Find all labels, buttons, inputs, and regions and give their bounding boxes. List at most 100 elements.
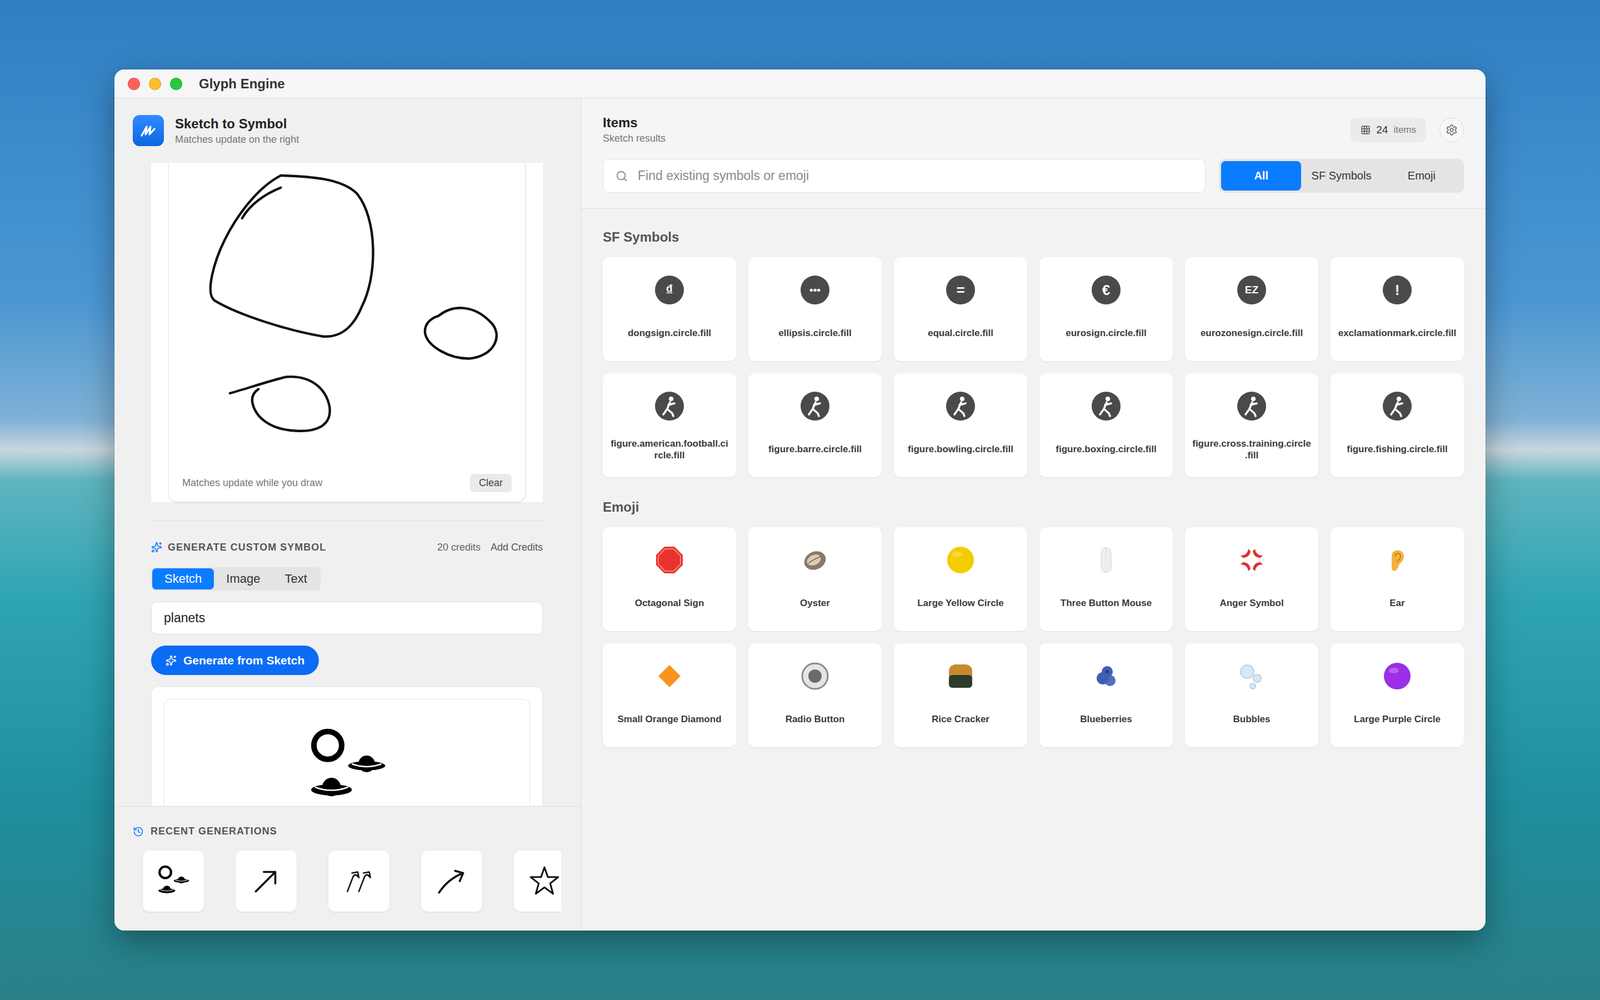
planets-icon	[156, 863, 191, 899]
item-label: Rice Cracker	[931, 690, 990, 741]
item-card[interactable]: Rice Cracker	[893, 643, 1028, 748]
item-card[interactable]: Large Yellow Circle	[893, 527, 1028, 632]
items-section: SF Symbols₫dongsign.circle.fill•••ellips…	[602, 229, 1464, 478]
circle-icon	[946, 545, 975, 575]
item-card[interactable]: Oyster	[748, 527, 882, 632]
recent-header: RECENT GENERATIONS	[132, 825, 562, 838]
sidebar-scroll: Matches update while you draw Clear GENERA…	[114, 162, 581, 807]
item-card[interactable]: figure.barre.circle.fill	[748, 373, 882, 478]
sketch-area[interactable]	[168, 162, 525, 464]
item-card[interactable]: =equal.circle.fill	[893, 257, 1028, 362]
items-title-row: ItemsSketch results24items	[602, 115, 1464, 145]
item-card[interactable]: Large Purple Circle	[1330, 643, 1464, 748]
item-card[interactable]: figure.fishing.circle.fill	[1330, 373, 1464, 478]
item-label: Large Purple Circle	[1353, 690, 1441, 741]
item-card[interactable]: ₫dongsign.circle.fill	[602, 257, 737, 362]
item-label: Octagonal Sign	[635, 574, 705, 625]
item-card[interactable]: Three Button Mouse	[1039, 527, 1173, 632]
item-card[interactable]: Radio Button	[748, 643, 882, 748]
canvas-hint: Matches update while you draw	[182, 477, 323, 489]
clear-button[interactable]: Clear	[470, 473, 512, 493]
zoom-button[interactable]	[170, 77, 183, 90]
settings-button[interactable]	[1439, 117, 1464, 143]
octagon-icon	[655, 545, 684, 575]
search-input[interactable]	[636, 167, 1193, 184]
item-label: figure.barre.circle.fill	[768, 420, 862, 471]
item-label: figure.fishing.circle.fill	[1346, 420, 1448, 471]
mode-tab[interactable]: Image	[213, 568, 273, 590]
figure-icon	[1237, 391, 1267, 421]
history-icon	[132, 826, 144, 838]
sidebar: Sketch to SymbolMatches update on the ri…	[114, 98, 582, 931]
count-label: items	[1393, 124, 1417, 136]
sketch-drawing[interactable]	[168, 162, 525, 464]
result-preview[interactable]	[163, 698, 530, 807]
item-card[interactable]: figure.american.football.circle.fill	[602, 373, 737, 478]
symbol-icon: •••	[800, 275, 830, 305]
figure-icon	[946, 391, 975, 421]
planets-icon	[305, 725, 389, 807]
sparkle-icon	[151, 541, 163, 553]
recent-thumbnail[interactable]	[142, 850, 204, 912]
items-section: EmojiOctagonal SignOysterLarge Yellow Ci…	[602, 499, 1464, 748]
mode-segmented: SketchImageText	[151, 567, 321, 591]
item-card[interactable]: !exclamationmark.circle.fill	[1330, 257, 1464, 362]
item-card[interactable]: Octagonal Sign	[602, 527, 737, 632]
sidebar-header: Sketch to SymbolMatches update on the ri…	[114, 98, 581, 163]
items-title-block: ItemsSketch results	[602, 115, 1338, 145]
generate-heading: GENERATE CUSTOM SYMBOL	[167, 541, 432, 554]
item-card[interactable]: EZeurozonesign.circle.fill	[1185, 257, 1319, 362]
search-field[interactable]	[602, 158, 1206, 193]
item-card[interactable]: figure.boxing.circle.fill	[1039, 373, 1173, 478]
canvas-wrap: Matches update while you draw Clear	[151, 162, 543, 503]
item-card[interactable]: Anger Symbol	[1185, 527, 1319, 632]
search-icon	[615, 170, 628, 183]
prompt-input[interactable]: planets	[151, 601, 543, 635]
item-label: Bubbles	[1232, 690, 1270, 741]
minimize-button[interactable]	[148, 77, 162, 90]
diamond-icon	[655, 661, 684, 691]
window-body: Sketch to SymbolMatches update on the ri…	[114, 98, 1486, 931]
add-credits-link[interactable]: Add Credits	[490, 541, 543, 554]
star-icon	[527, 863, 562, 899]
curved-arrow-icon	[434, 863, 469, 899]
sketch-canvas: Matches update while you draw Clear	[168, 162, 526, 503]
item-label: Small Orange Diamond	[617, 690, 722, 741]
recent-thumbnail[interactable]	[235, 850, 297, 912]
berries-icon	[1091, 661, 1121, 691]
item-card[interactable]: Small Orange Diamond	[602, 643, 737, 748]
item-card[interactable]: Ear	[1330, 527, 1464, 632]
window-title: Glyph Engine	[198, 76, 285, 92]
item-card[interactable]: Bubbles	[1185, 643, 1319, 748]
bubbles-icon	[1237, 661, 1267, 691]
filter-tab[interactable]: All	[1221, 161, 1302, 191]
arrow-icon	[248, 863, 284, 899]
item-label: eurozonesign.circle.fill	[1200, 304, 1303, 355]
item-label: eurosign.circle.fill	[1065, 304, 1147, 355]
generate-button[interactable]: Generate from Sketch	[151, 645, 319, 675]
items-content: SF Symbols₫dongsign.circle.fill•••ellips…	[581, 208, 1486, 931]
item-card[interactable]: •••ellipsis.circle.fill	[748, 257, 882, 362]
figure-icon	[1091, 391, 1121, 421]
sidebar-title-block: Sketch to SymbolMatches update on the ri…	[175, 116, 299, 146]
close-button[interactable]	[127, 77, 140, 90]
filter-tab[interactable]: SF Symbols	[1301, 161, 1382, 191]
item-card[interactable]: Blueberries	[1039, 643, 1173, 748]
item-label: figure.cross.training.circle.fill	[1191, 420, 1312, 471]
item-label: Oyster	[800, 574, 830, 625]
items-title: Items	[602, 115, 1338, 131]
item-card[interactable]: €eurosign.circle.fill	[1039, 257, 1173, 362]
item-card[interactable]: figure.bowling.circle.fill	[893, 373, 1028, 478]
symbol-icon: ₫	[655, 275, 684, 305]
recent-thumbnail[interactable]	[513, 850, 562, 912]
item-card[interactable]: figure.cross.training.circle.fill	[1185, 373, 1319, 478]
item-label: Three Button Mouse	[1060, 574, 1152, 625]
divider	[151, 520, 543, 522]
item-label: Ear	[1389, 574, 1405, 625]
filter-tab[interactable]: Emoji	[1381, 161, 1462, 191]
recent-thumbnail[interactable]	[328, 850, 390, 912]
filter-segmented: AllSF SymbolsEmoji	[1218, 158, 1464, 193]
recent-thumbnail[interactable]	[421, 850, 483, 912]
mode-tab[interactable]: Sketch	[152, 568, 214, 590]
mode-tab[interactable]: Text	[272, 568, 319, 590]
